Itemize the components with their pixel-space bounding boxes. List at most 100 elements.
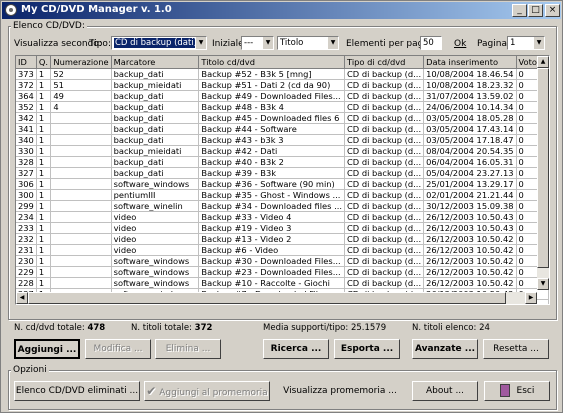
- table-cell: 1: [36, 68, 52, 80]
- table-cell: [50, 123, 112, 135]
- scroll-down-icon[interactable]: ▼: [537, 278, 549, 290]
- table-cell: 1: [36, 167, 52, 179]
- table-cell: 10/08/2004 18.46.54: [423, 68, 517, 80]
- edit-button[interactable]: Modifica ...: [85, 339, 151, 359]
- table-cell: 1: [36, 200, 52, 212]
- add-button[interactable]: Aggiungi ...: [14, 339, 80, 359]
- column-header[interactable]: Q.: [36, 56, 52, 69]
- cd-table[interactable]: ID Q. Numerazione Marcatore Titolo cd/dvd Tip…: [15, 55, 550, 305]
- export-button[interactable]: Esporta ...: [334, 339, 400, 359]
- table-cell: 1: [36, 211, 52, 223]
- about-button[interactable]: About ...: [412, 381, 478, 401]
- initial-select[interactable]: --- ▼: [241, 36, 274, 50]
- table-cell: video: [111, 211, 200, 223]
- table-cell: CD di backup (d...: [344, 167, 425, 179]
- horizontal-scrollbar[interactable]: ◀ ▶: [16, 292, 537, 304]
- page-select[interactable]: 1 ▼: [507, 36, 545, 50]
- table-cell: [50, 156, 112, 168]
- table-cell: [50, 167, 112, 179]
- deleted-list-button[interactable]: Elenco CD/DVD eliminati ...: [14, 381, 140, 401]
- table-cell: 230: [16, 255, 37, 267]
- table-cell: Backup #45 - Downloaded files 6: [198, 112, 346, 124]
- table-row[interactable]: 327 1 backup_dati Backup #39 - B3k CD di bac…: [16, 167, 549, 179]
- sort-select[interactable]: Titolo ▼: [277, 36, 339, 50]
- table-row[interactable]: 342 1 backup_dati Backup #45 - Downloaded f…: [16, 112, 549, 124]
- view-reminder-button[interactable]: Visualizza promemoria ...: [277, 381, 403, 401]
- page-label: Pagina:: [477, 39, 511, 49]
- exit-button[interactable]: Esci: [484, 381, 550, 401]
- table-cell: software_windows: [111, 277, 200, 289]
- column-header[interactable]: Marcatore: [111, 56, 200, 69]
- table-cell: 1: [36, 222, 52, 234]
- scroll-up-icon[interactable]: ▲: [537, 56, 549, 68]
- chevron-down-icon[interactable]: ▼: [195, 37, 206, 49]
- minimize-button[interactable]: _: [512, 4, 527, 17]
- table-row[interactable]: 330 1 backup_mieidati Backup #42 - Dati CD d…: [16, 145, 549, 157]
- search-button[interactable]: Ricerca ...: [263, 339, 329, 359]
- table-cell: Backup #30 - Downloaded Files...: [198, 255, 346, 267]
- total-titles-value: 372: [194, 323, 213, 333]
- table-row[interactable]: 352 1 4 backup_dati Backup #48 - B3k 4 CD di …: [16, 101, 549, 113]
- table-row[interactable]: 300 1 pentiumIII Backup #35 - Ghost - Windo…: [16, 189, 549, 201]
- table-row[interactable]: 299 1 software_winelin Backup #34 - Downloa…: [16, 200, 549, 212]
- column-header[interactable]: Titolo cd/dvd: [198, 56, 346, 69]
- maximize-button[interactable]: □: [528, 4, 543, 17]
- chevron-down-icon[interactable]: ▼: [262, 37, 273, 49]
- table-row[interactable]: 234 1 video Backup #33 - Video 4 CD di backu…: [16, 211, 549, 223]
- table-row[interactable]: 373 1 52 backup_dati Backup #52 - B3k 5 [mng…: [16, 68, 549, 80]
- table-cell: 1: [36, 90, 52, 102]
- per-page-input[interactable]: 50: [420, 36, 442, 50]
- column-header[interactable]: ID: [16, 56, 37, 69]
- chevron-down-icon[interactable]: ▼: [533, 37, 544, 49]
- type-select[interactable]: CD di backup (dati) ▼: [111, 36, 207, 50]
- table-cell: 232: [16, 233, 37, 245]
- add-reminder-button[interactable]: ✔ Aggiungi al promemoria: [144, 381, 270, 401]
- column-header[interactable]: Tipo di cd/dvd: [344, 56, 425, 69]
- table-row[interactable]: 328 1 backup_dati Backup #40 - B3k 2 CD di b…: [16, 156, 549, 168]
- table-cell: 327: [16, 167, 37, 179]
- column-header[interactable]: Data inserimento: [423, 56, 517, 69]
- vertical-scrollbar[interactable]: ▲ ▼: [537, 56, 549, 290]
- table-row[interactable]: 228 1 software_windows Backup #10 - Raccolt…: [16, 277, 549, 289]
- table-row[interactable]: 231 1 video Backup #6 - Video CD di backup (…: [16, 244, 549, 256]
- table-cell: 1: [36, 156, 52, 168]
- table-cell: Backup #40 - B3k 2: [198, 156, 346, 168]
- title-bar[interactable]: My CD/DVD Manager v. 1.0 _ □ ×: [2, 2, 561, 19]
- avg-label: Media supporti/tipo:: [263, 323, 349, 333]
- reset-button[interactable]: Resetta ...: [483, 339, 549, 359]
- horizontal-scroll-thumb[interactable]: [28, 292, 506, 304]
- table-cell: CD di backup (d...: [344, 222, 425, 234]
- chevron-down-icon[interactable]: ▼: [327, 37, 338, 49]
- table-cell: 10/08/2004 18.23.32: [423, 79, 517, 91]
- initial-select-value: ---: [244, 38, 254, 48]
- vertical-scroll-thumb[interactable]: [537, 68, 549, 268]
- table-cell: 31/07/2004 13.59.02: [423, 90, 517, 102]
- table-cell: Backup #19 - Video 3: [198, 222, 346, 234]
- window-title: My CD/DVD Manager v. 1.0: [21, 4, 172, 15]
- total-titles-label: N. titoli totale:: [131, 323, 192, 333]
- table-row[interactable]: 230 1 software_windows Backup #30 - Downloa…: [16, 255, 549, 267]
- ok-link[interactable]: Ok: [454, 39, 466, 49]
- table-row[interactable]: 233 1 video Backup #19 - Video 3 CD di backu…: [16, 222, 549, 234]
- column-header[interactable]: Numerazione: [50, 56, 112, 69]
- table-cell: backup_dati: [111, 134, 200, 146]
- avg-stat: Media supporti/tipo: 25.1579: [263, 323, 386, 333]
- table-cell: 03/05/2004 17.18.47: [423, 134, 517, 146]
- table-cell: CD di backup (d...: [344, 266, 425, 278]
- table-row[interactable]: 372 1 51 backup_mieidati Backup #51 - Dati 2…: [16, 79, 549, 91]
- table-row[interactable]: 340 1 backup_dati Backup #43 - b3k 3 CD di b…: [16, 134, 549, 146]
- table-cell: 4: [50, 101, 112, 113]
- table-row[interactable]: 232 1 video Backup #13 - Video 2 CD di backu…: [16, 233, 549, 245]
- table-cell: CD di backup (d...: [344, 255, 425, 267]
- table-row[interactable]: 341 1 backup_dati Backup #44 - Software CD d…: [16, 123, 549, 135]
- type-label: Tipo:: [89, 39, 111, 49]
- table-cell: [50, 145, 112, 157]
- table-row[interactable]: 306 1 software_windows Backup #36 - Softwar…: [16, 178, 549, 190]
- table-row[interactable]: 229 1 software_windows Backup #23 - Downloa…: [16, 266, 549, 278]
- delete-button[interactable]: Elimina ...: [155, 339, 221, 359]
- table-row[interactable]: 364 1 49 backup_dati Backup #49 - Downloaded…: [16, 90, 549, 102]
- advanced-button[interactable]: Avanzate ...: [412, 339, 478, 359]
- close-button[interactable]: ×: [545, 4, 560, 17]
- scroll-left-icon[interactable]: ◀: [16, 292, 28, 304]
- scroll-right-icon[interactable]: ▶: [525, 292, 537, 304]
